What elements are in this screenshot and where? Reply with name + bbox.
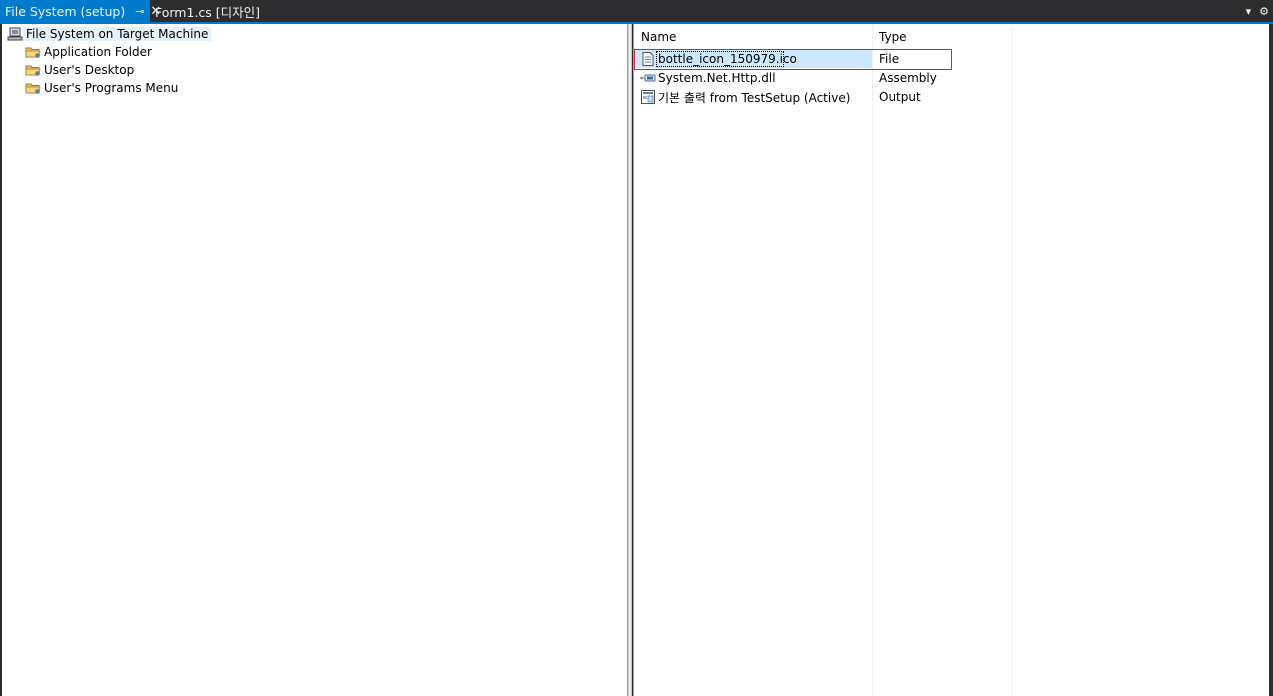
column-divider[interactable] (1012, 24, 1013, 696)
tab-file-system-setup[interactable]: File System (setup) ⊸ ✕ (0, 0, 161, 23)
tab-form1-designer[interactable]: Form1.cs [디자인] (150, 0, 260, 23)
assembly-icon (640, 70, 656, 86)
document-tab-bar: File System (setup) ⊸ ✕ Form1.cs [디자인] ▾… (0, 0, 1273, 23)
file-list-view[interactable] (633, 24, 1269, 696)
row-name-label: System.Net.Http.dll (658, 71, 776, 85)
column-header-name[interactable]: Name (641, 28, 676, 46)
pane-splitter[interactable] (628, 24, 632, 696)
column-divider[interactable] (872, 24, 873, 696)
output-icon (640, 89, 656, 105)
tab-label: File System (setup) (5, 4, 126, 19)
row-type-cell: Assembly (879, 71, 937, 85)
file-system-tree[interactable] (2, 24, 628, 696)
pin-icon[interactable]: ⊸ (135, 5, 144, 18)
list-row[interactable]: 기본 출력 from TestSetup (Active) Output (0, 88, 1273, 106)
tree-item-root[interactable]: File System on Target Machine (7, 25, 212, 43)
gear-icon[interactable]: ⚙ (1259, 5, 1269, 18)
row-name-cell: 기본 출력 from TestSetup (Active) (640, 89, 850, 106)
list-row[interactable]: System.Net.Http.dll Assembly (0, 69, 1273, 87)
chevron-down-icon[interactable]: ▾ (1246, 5, 1252, 18)
tab-label: Form1.cs [디자인] (155, 5, 261, 20)
row-name-label: 기본 출력 from TestSetup (Active) (658, 90, 851, 105)
computer-icon (7, 26, 23, 42)
tree-item-label: File System on Target Machine (23, 27, 212, 41)
tabbar-controls: ▾ ⚙ (1238, 0, 1269, 23)
row-type-cell: Output (879, 90, 921, 104)
column-header-type[interactable]: Type (879, 28, 907, 46)
annotation-highlight-box (634, 49, 952, 70)
row-name-cell: System.Net.Http.dll (640, 70, 776, 86)
window-edge (1269, 24, 1273, 696)
